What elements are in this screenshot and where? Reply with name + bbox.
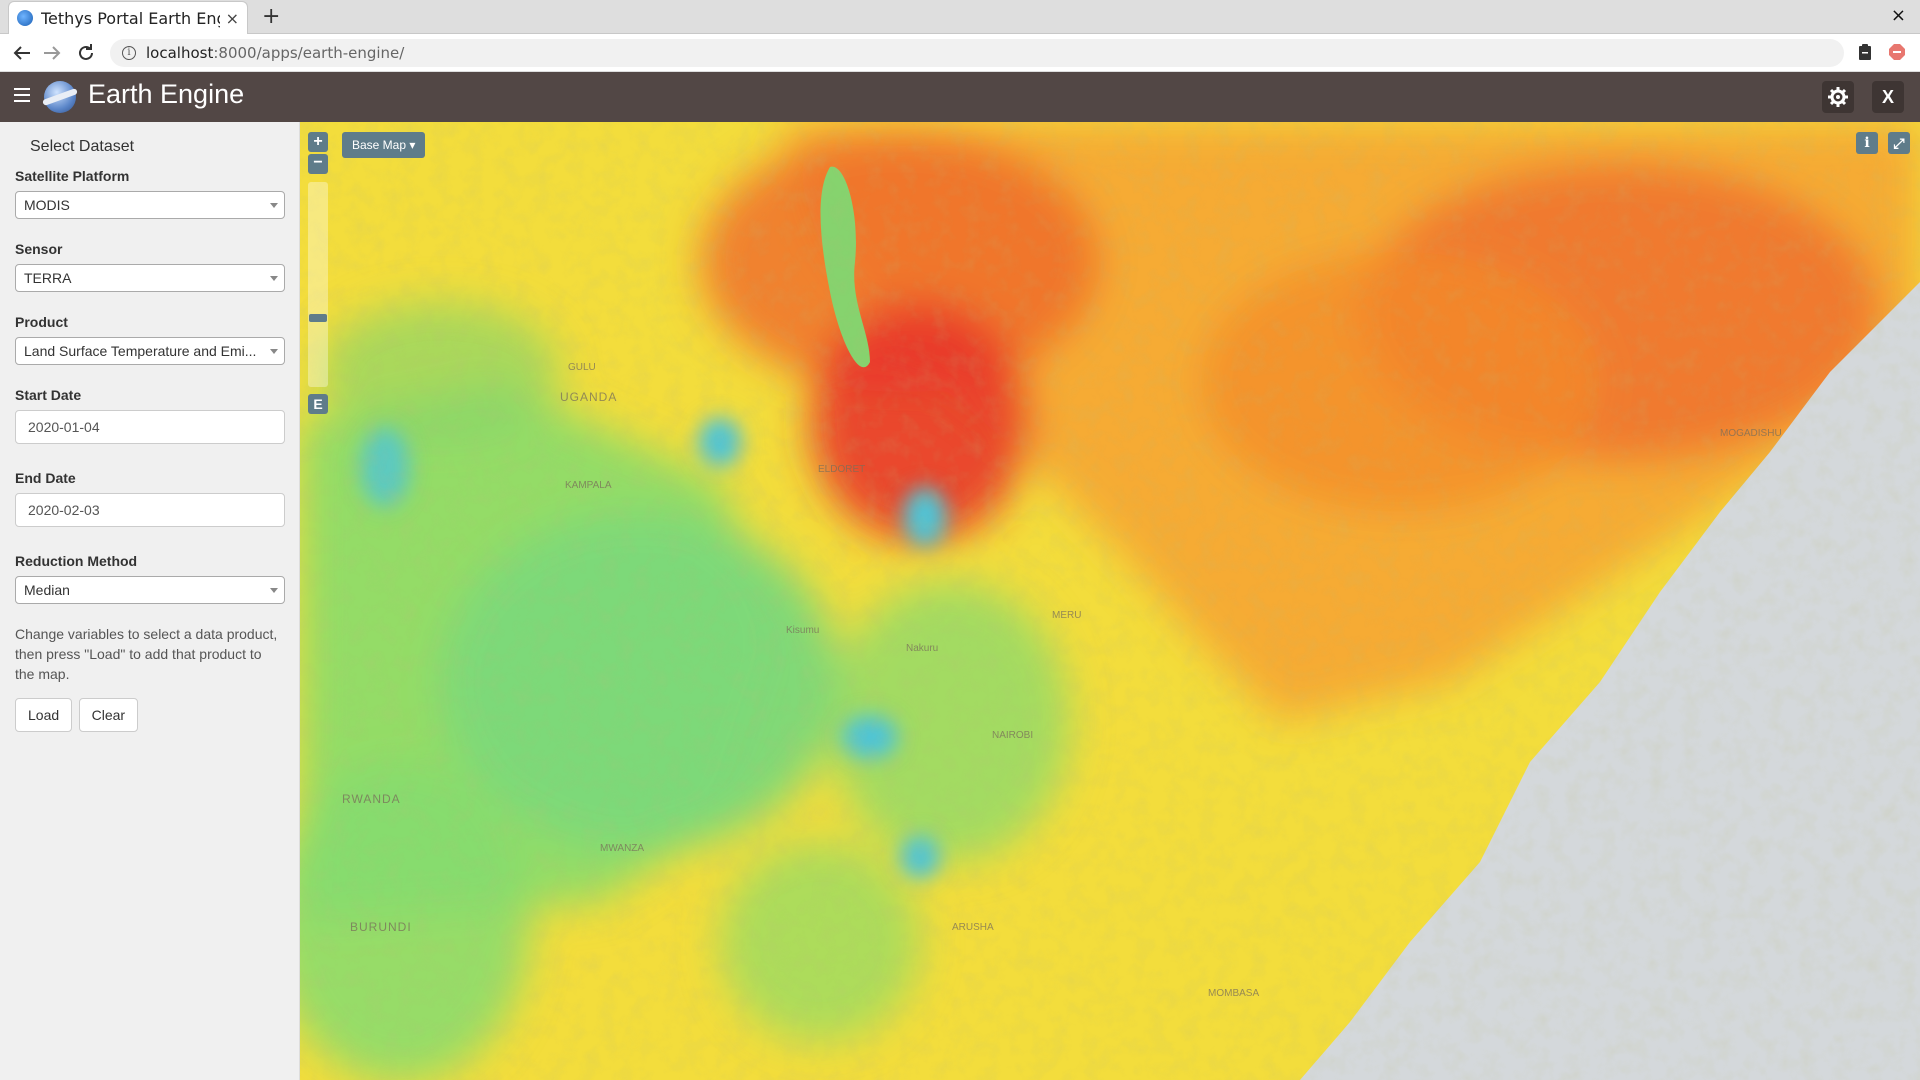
place-label: RWANDA xyxy=(342,792,401,806)
exit-app-button[interactable]: X xyxy=(1872,81,1904,113)
place-label: BURUNDI xyxy=(350,920,412,934)
place-label: NAIROBI xyxy=(992,730,1034,741)
place-label: MOGADISHU xyxy=(1720,428,1782,439)
address-bar[interactable]: i localhost :8000/apps/earth-engine/ xyxy=(110,39,1844,67)
chevron-down-icon xyxy=(270,588,278,593)
reduction-select[interactable]: Median xyxy=(15,576,285,604)
basemap-dropdown[interactable]: Base Map ▾ xyxy=(342,132,426,158)
url-path: :8000/apps/earth-engine/ xyxy=(213,44,405,62)
place-label: MOMBASA xyxy=(1208,988,1260,999)
map-view[interactable]: UGANDA KAMPALA ELDORET MERU NAIROBI RWAN… xyxy=(300,122,1920,1080)
zoom-out-button[interactable]: − xyxy=(308,154,328,174)
earth-engine-logo-icon xyxy=(44,81,76,113)
place-label: Kisumu xyxy=(786,625,820,636)
place-label: MERU xyxy=(1052,610,1082,621)
dataset-sidebar: Select Dataset Satellite Platform MODIS … xyxy=(0,122,300,1080)
reduction-label: Reduction Method xyxy=(15,553,138,569)
zoom-to-extent-button[interactable]: E xyxy=(308,394,328,414)
sensor-value: TERRA xyxy=(24,270,72,286)
app-title: Earth Engine xyxy=(88,79,245,109)
sensor-label: Sensor xyxy=(15,241,63,257)
menu-toggle-icon[interactable] xyxy=(14,88,30,102)
tab-title: Tethys Portal Earth Eng xyxy=(41,8,220,28)
site-info-icon[interactable]: i xyxy=(122,46,136,60)
settings-button[interactable] xyxy=(1822,81,1854,113)
chevron-down-icon xyxy=(270,203,278,208)
product-select[interactable]: Land Surface Temperature and Emi... xyxy=(15,337,285,365)
end-date-input[interactable] xyxy=(15,493,285,527)
tab-close-icon[interactable]: × xyxy=(226,9,239,28)
lst-raster-layer xyxy=(300,122,1920,1080)
zoom-in-button[interactable]: + xyxy=(308,132,328,152)
app-header: Earth Engine X xyxy=(0,72,1920,122)
platform-select[interactable]: MODIS xyxy=(15,191,285,219)
sidebar-heading: Select Dataset xyxy=(30,138,135,155)
platform-label: Satellite Platform xyxy=(15,168,130,184)
platform-value: MODIS xyxy=(24,197,70,213)
place-label: KAMPALA xyxy=(565,480,612,491)
product-value: Land Surface Temperature and Emi... xyxy=(24,343,257,359)
place-label: ELDORET xyxy=(818,464,866,475)
browser-tab-bar: Tethys Portal Earth Eng × + × xyxy=(0,0,1920,34)
help-text: Change variables to select a data produc… xyxy=(15,626,278,682)
zoom-slider[interactable] xyxy=(308,182,328,387)
url-host: localhost xyxy=(146,44,214,62)
chevron-down-icon xyxy=(270,349,278,354)
reload-icon[interactable] xyxy=(74,41,98,65)
zoom-slider-handle[interactable] xyxy=(309,314,327,322)
place-label: Nakuru xyxy=(906,643,939,654)
reduction-value: Median xyxy=(24,582,70,598)
terrain-texture xyxy=(300,122,1920,1080)
info-button[interactable]: i xyxy=(1856,132,1878,154)
window-close-button[interactable]: × xyxy=(1891,5,1906,26)
tethys-favicon-icon xyxy=(17,10,33,26)
place-label: GULU xyxy=(568,362,596,373)
sensor-select[interactable]: TERRA xyxy=(15,264,285,292)
clipboard-extension-icon[interactable] xyxy=(1856,43,1874,61)
place-label: UGANDA xyxy=(560,390,618,404)
product-label: Product xyxy=(15,314,68,330)
start-date-label: Start Date xyxy=(15,387,82,403)
start-date-input[interactable] xyxy=(15,410,285,444)
end-date-label: End Date xyxy=(15,470,76,486)
new-tab-button[interactable]: + xyxy=(262,4,280,29)
browser-tab[interactable]: Tethys Portal Earth Eng × xyxy=(8,1,248,34)
adblock-extension-icon[interactable] xyxy=(1888,43,1906,61)
chevron-down-icon xyxy=(270,276,278,281)
browser-toolbar: i localhost :8000/apps/earth-engine/ xyxy=(0,34,1920,72)
clear-button[interactable]: Clear xyxy=(78,698,139,732)
place-label: ARUSHA xyxy=(952,922,994,933)
load-button[interactable]: Load xyxy=(15,698,73,732)
fullscreen-button[interactable]: ⤢ xyxy=(1888,132,1910,154)
place-label: MWANZA xyxy=(600,843,645,854)
forward-arrow-icon[interactable] xyxy=(40,41,64,65)
back-arrow-icon[interactable] xyxy=(10,41,34,65)
gear-icon xyxy=(1828,87,1848,107)
